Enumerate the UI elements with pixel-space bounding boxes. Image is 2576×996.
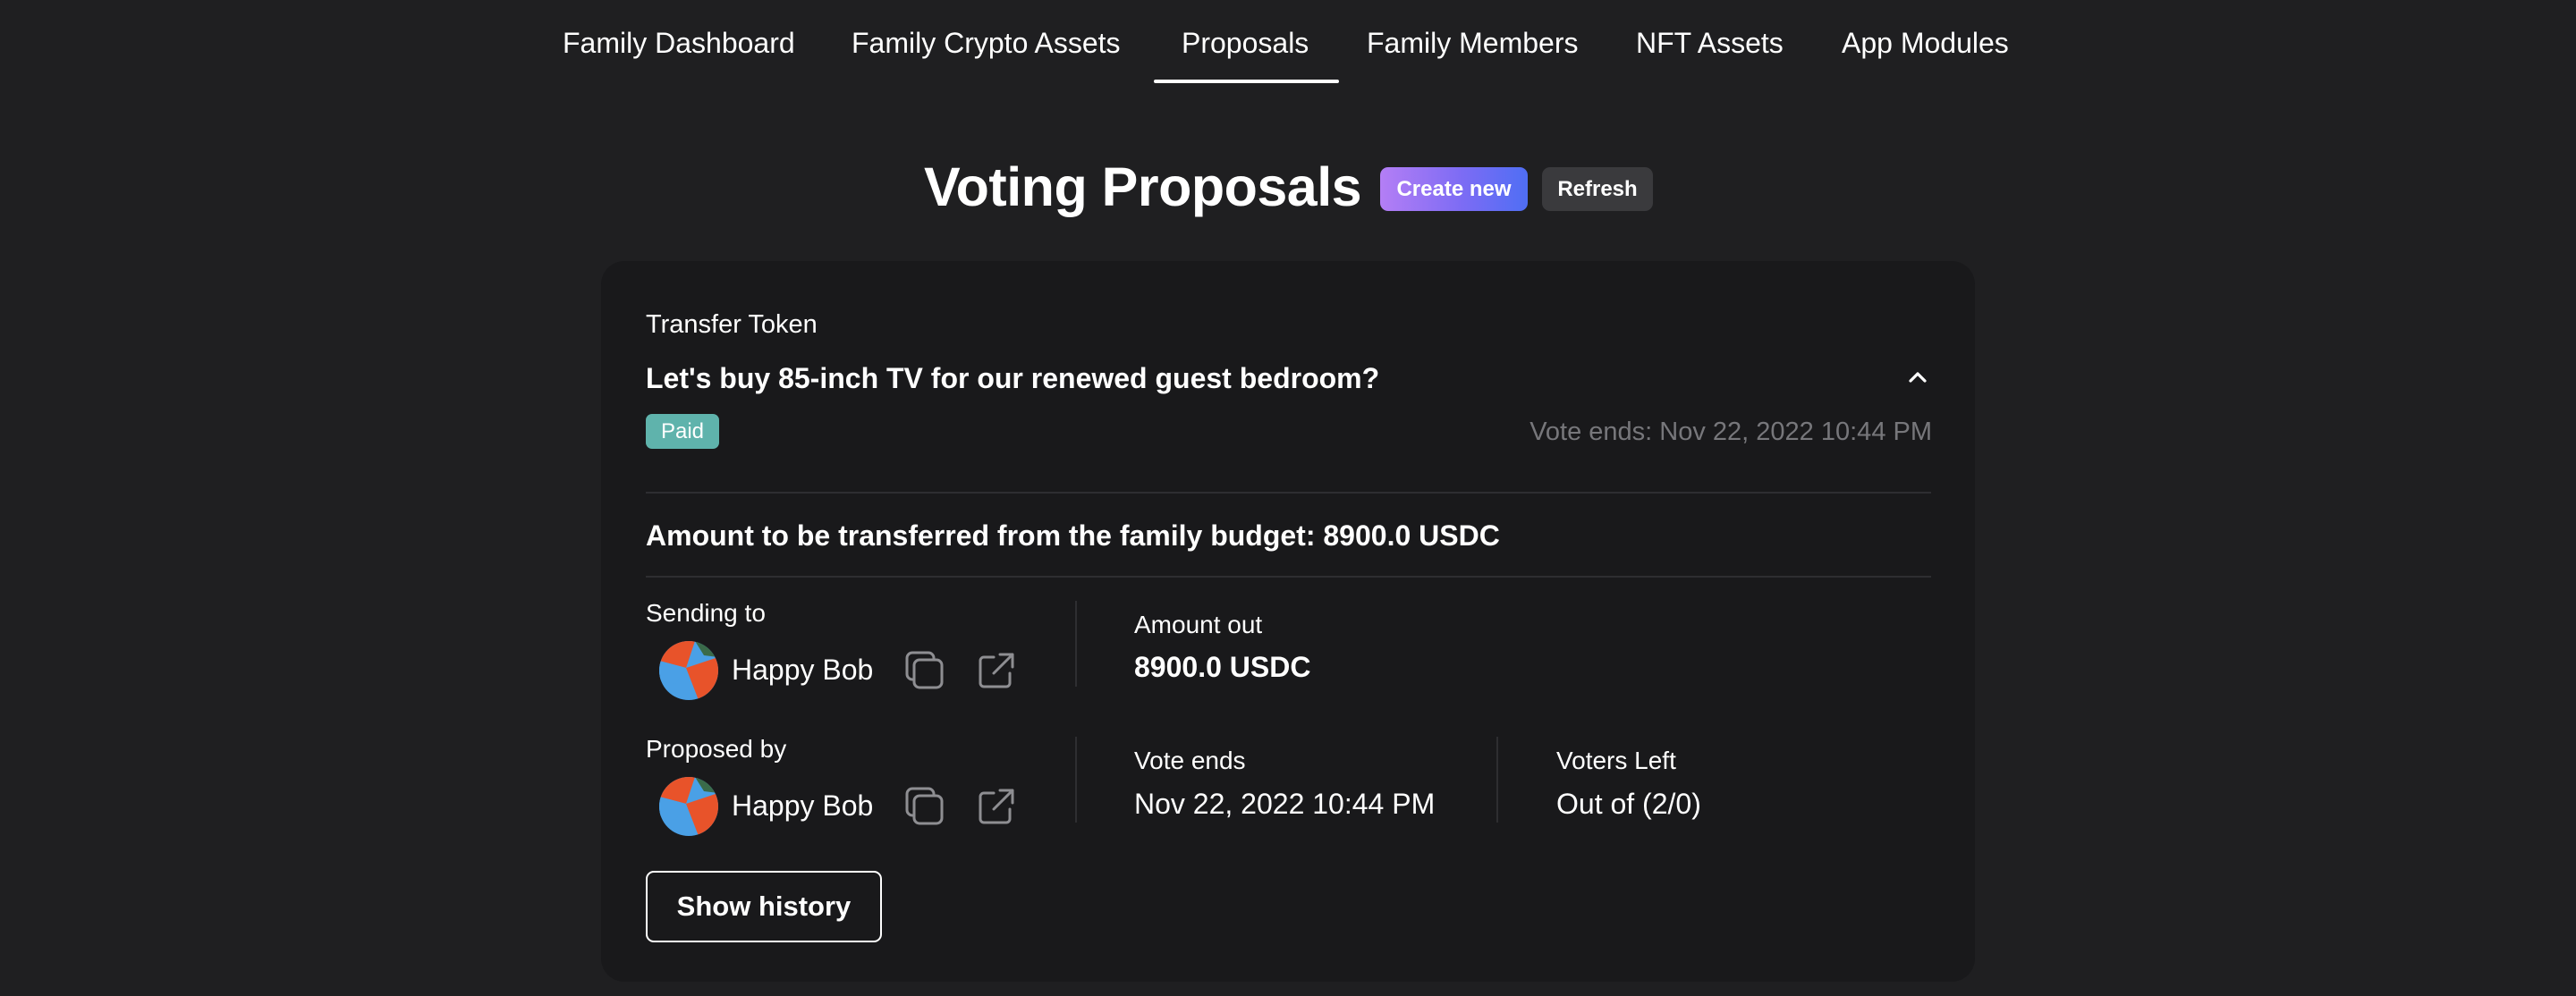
column-divider: [1075, 737, 1077, 823]
tab-family-dashboard[interactable]: Family Dashboard: [563, 27, 795, 60]
page-title: Voting Proposals: [924, 156, 1362, 217]
chevron-up-icon[interactable]: [1903, 363, 1932, 392]
external-link-icon[interactable]: [976, 650, 1017, 691]
divider: [646, 492, 1931, 494]
amount-out-label: Amount out: [1134, 611, 1263, 638]
sending-to-name[interactable]: Happy Bob: [732, 654, 873, 687]
voters-left-value: Out of (2/0): [1556, 788, 1701, 820]
amount-out-value: 8900.0 USDC: [1134, 651, 1311, 683]
copy-icon[interactable]: [904, 786, 945, 827]
divider: [646, 576, 1931, 578]
tab-proposals[interactable]: Proposals: [1182, 27, 1309, 60]
sending-to-label: Sending to: [646, 599, 766, 627]
create-new-button[interactable]: Create new: [1380, 167, 1528, 211]
proposal-type: Transfer Token: [646, 310, 818, 339]
column-divider: [1496, 737, 1498, 823]
status-badge: Paid: [646, 414, 719, 449]
active-tab-indicator: [1154, 80, 1339, 83]
vote-ends-value: Nov 22, 2022 10:44 PM: [1134, 788, 1436, 820]
tab-family-members[interactable]: Family Members: [1367, 27, 1578, 60]
tab-nft-assets[interactable]: NFT Assets: [1636, 27, 1784, 60]
external-link-icon[interactable]: [976, 786, 1017, 827]
proposal-title: Let's buy 85-inch TV for our renewed gue…: [646, 362, 1380, 394]
copy-icon[interactable]: [904, 650, 945, 691]
avatar: [659, 641, 718, 700]
show-history-button[interactable]: Show history: [646, 871, 882, 942]
proposed-by-name[interactable]: Happy Bob: [732, 789, 873, 823]
proposed-by-label: Proposed by: [646, 735, 787, 763]
column-divider: [1075, 601, 1077, 687]
top-nav: Family Dashboard Family Crypto Assets Pr…: [0, 0, 2576, 86]
vote-ends-summary: Vote ends: Nov 22, 2022 10:44 PM: [1530, 418, 1932, 446]
tab-family-crypto-assets[interactable]: Family Crypto Assets: [852, 27, 1121, 60]
vote-ends-label: Vote ends: [1134, 747, 1246, 774]
refresh-button[interactable]: Refresh: [1542, 167, 1653, 211]
voters-left-label: Voters Left: [1556, 747, 1676, 774]
avatar: [659, 777, 718, 836]
amount-summary: Amount to be transferred from the family…: [646, 519, 1500, 552]
tab-app-modules[interactable]: App Modules: [1842, 27, 2009, 60]
